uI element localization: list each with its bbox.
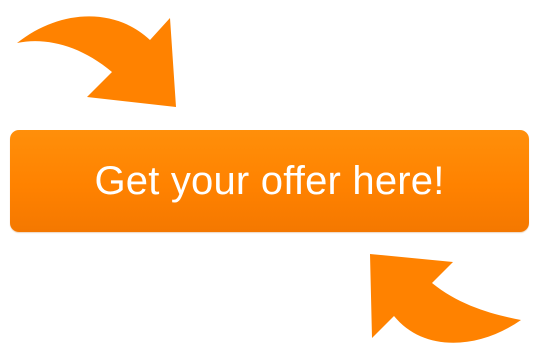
curved-arrow-up-left-icon (370, 254, 521, 343)
offer-stage: Get your offer here! (0, 0, 537, 354)
get-offer-button-label: Get your offer here! (94, 159, 445, 203)
curved-arrow-down-right-icon (17, 16, 176, 107)
get-offer-button[interactable]: Get your offer here! (10, 130, 529, 232)
